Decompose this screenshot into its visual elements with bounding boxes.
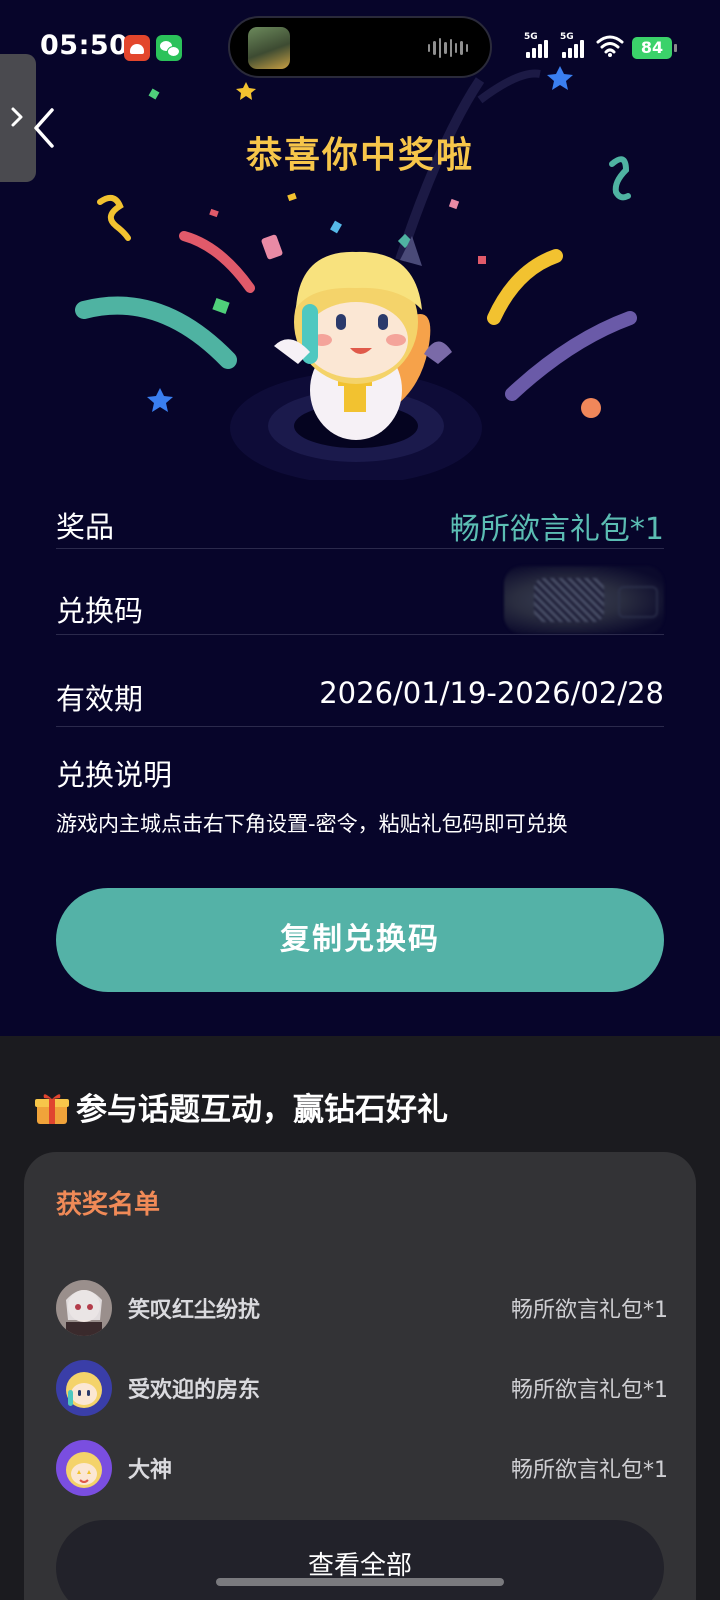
expire-label: 有效期 <box>56 682 144 716</box>
home-indicator[interactable] <box>216 1578 504 1586</box>
winners-card: 获奖名单 笑叹红尘纷扰 畅所欲言礼包*1 受欢迎的房东 畅所欲言礼包*1 大神 … <box>24 1152 696 1600</box>
divider <box>56 548 664 549</box>
signal-icon: 5G <box>524 32 554 60</box>
copy-code-button[interactable]: 复制兑换码 <box>56 888 664 992</box>
page-title: 恭喜你中奖啦 <box>245 135 474 176</box>
winner-name: 大神 <box>128 1458 173 1483</box>
redeem-title: 兑换说明 <box>56 758 173 792</box>
status-time: 05:50 <box>40 30 129 61</box>
prize-label: 奖品 <box>56 510 115 544</box>
winner-name: 笑叹红尘纷扰 <box>128 1298 261 1323</box>
status-bar: 05:50 5G 5G 84 <box>0 0 720 96</box>
prize-panel: 05:50 5G 5G 84 恭喜你中奖啦 奖品 畅所欲言礼包*1 兑换码 有效… <box>0 0 720 1036</box>
battery-icon: 84 <box>632 37 677 59</box>
avatar <box>56 1280 112 1336</box>
app-notification-icon <box>124 35 150 61</box>
winner-row[interactable]: 大神 畅所欲言礼包*1 <box>56 1440 668 1496</box>
topic-heading: 参与话题互动，赢钻石好礼 <box>34 1084 448 1129</box>
divider <box>56 634 664 635</box>
divider <box>56 726 664 727</box>
code-row: 兑换码 <box>56 562 664 652</box>
wifi-icon <box>596 35 624 57</box>
dynamic-island[interactable] <box>228 16 492 78</box>
game-app-icon <box>248 27 290 69</box>
gift-icon <box>34 1090 70 1126</box>
topic-title-text: 参与话题互动，赢钻石好礼 <box>76 1092 448 1128</box>
voice-wave-icon <box>428 36 468 60</box>
winner-name: 受欢迎的房东 <box>128 1378 261 1403</box>
winner-row[interactable]: 笑叹红尘纷扰 畅所欲言礼包*1 <box>56 1280 668 1336</box>
code-label: 兑换码 <box>56 594 144 628</box>
signal-icon: 5G <box>560 32 590 60</box>
celebration-illustration <box>75 66 637 480</box>
expire-value: 2026/01/19-2026/02/28 <box>319 676 664 710</box>
winner-prize: 畅所欲言礼包*1 <box>511 1298 668 1323</box>
prize-value: 畅所欲言礼包*1 <box>449 512 664 547</box>
chevron-right-icon <box>11 107 23 127</box>
view-all-button[interactable]: 查看全部 <box>56 1520 664 1600</box>
winner-row[interactable]: 受欢迎的房东 畅所欲言礼包*1 <box>56 1360 668 1416</box>
redeem-code-obscured <box>504 566 664 634</box>
topic-section: 参与话题互动，赢钻石好礼 获奖名单 笑叹红尘纷扰 畅所欲言礼包*1 受欢迎的房东… <box>0 1036 720 1600</box>
avatar <box>56 1440 112 1496</box>
avatar <box>56 1360 112 1416</box>
winner-prize: 畅所欲言礼包*1 <box>511 1378 668 1403</box>
redeem-description: 游戏内主城点击右下角设置-密令，粘贴礼包码即可兑换 <box>56 812 568 836</box>
winners-title: 获奖名单 <box>56 1190 161 1220</box>
prize-row: 奖品 畅所欲言礼包*1 <box>56 478 664 568</box>
winner-prize: 畅所欲言礼包*1 <box>511 1458 668 1483</box>
wechat-icon <box>156 35 182 61</box>
